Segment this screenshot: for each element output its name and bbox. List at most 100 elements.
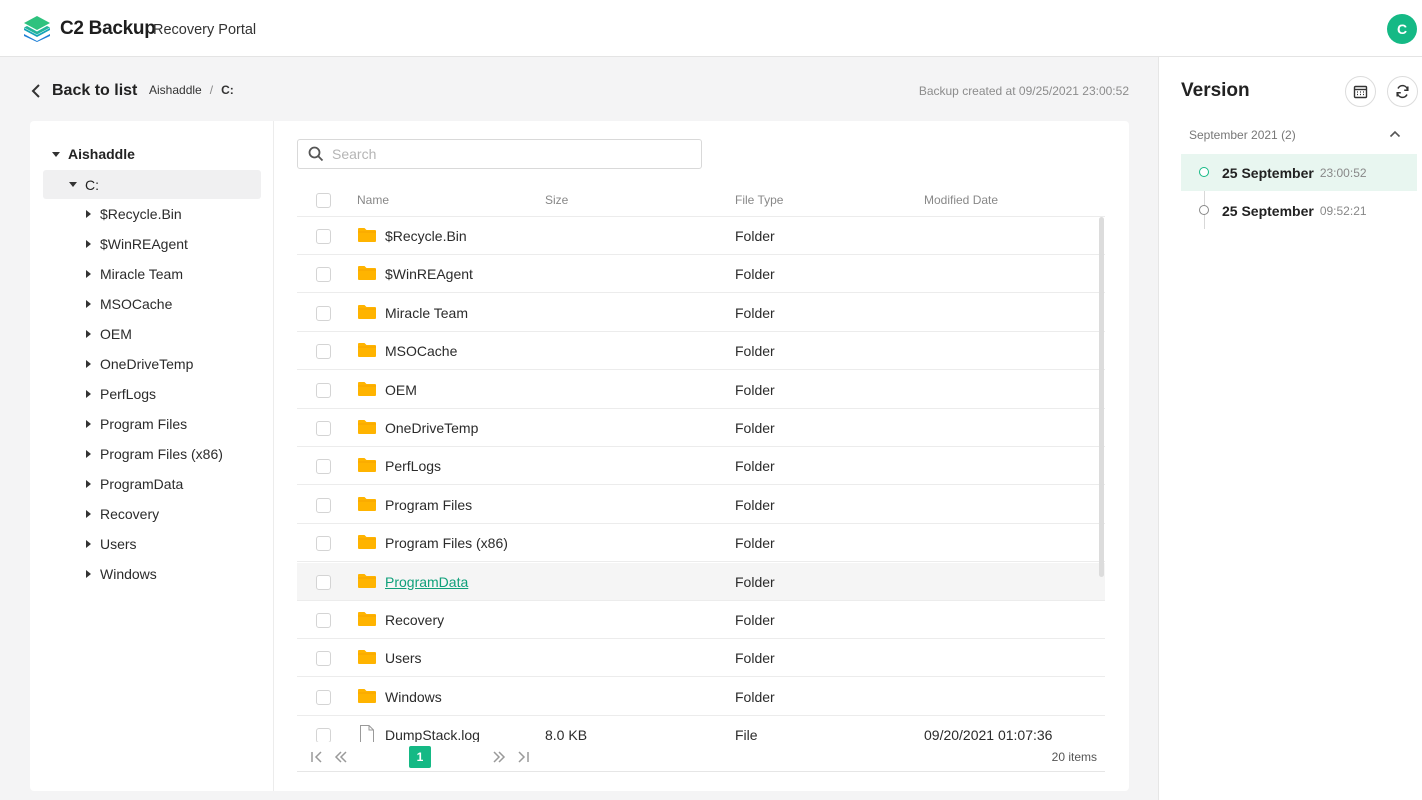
tree-item[interactable]: OneDriveTemp (86, 354, 193, 374)
tree-root-aishaddle[interactable]: Aishaddle (52, 144, 135, 164)
column-modified-date[interactable]: Modified Date (924, 193, 998, 207)
cell-name[interactable]: $WinREAgent (385, 266, 473, 282)
caret-right-icon (86, 330, 91, 338)
row-checkbox[interactable] (316, 497, 331, 513)
table-row[interactable]: OneDriveTemp Folder (297, 409, 1105, 447)
row-checkbox[interactable] (316, 267, 331, 283)
folder-icon (358, 228, 376, 242)
search-icon (308, 146, 324, 162)
prev-pages-icon[interactable] (334, 750, 348, 764)
row-checkbox[interactable] (316, 536, 331, 552)
tree-drive-c[interactable]: C: (43, 170, 261, 199)
select-all-checkbox[interactable] (316, 193, 331, 208)
row-checkbox[interactable] (316, 574, 331, 590)
cell-name[interactable]: MSOCache (385, 343, 457, 359)
search-input[interactable] (332, 146, 692, 162)
tree-item[interactable]: $WinREAgent (86, 234, 188, 254)
tree-item-label: Recovery (100, 506, 160, 522)
cell-name[interactable]: DumpStack.log (385, 727, 480, 742)
version-entry[interactable]: 25 September 09:52:21 (1181, 192, 1417, 229)
table-row[interactable]: DumpStack.log 8.0 KB File 09/20/2021 01:07:… (297, 716, 1105, 742)
tree-item-label: ProgramData (100, 476, 184, 492)
table-row[interactable]: Miracle Team Folder (297, 294, 1105, 332)
tree-item[interactable]: Recovery (86, 504, 159, 524)
folder-icon (358, 343, 376, 358)
chevron-left-icon (31, 84, 40, 98)
table-row[interactable]: MSOCache Folder (297, 332, 1105, 371)
table-row[interactable]: Users Folder (297, 639, 1105, 678)
table-scrollbar[interactable] (1099, 217, 1104, 577)
version-date: 25 September (1222, 164, 1314, 181)
table-body: $Recycle.Bin Folder $WinREAgent Folder Mirac… (297, 217, 1105, 742)
back-to-list-button[interactable]: Back to list (30, 81, 137, 101)
cell-file-type: Folder (735, 304, 775, 321)
tree-item[interactable]: PerfLogs (86, 384, 156, 404)
row-checkbox[interactable] (316, 689, 331, 705)
table-header: Name Size File Type Modified Date (297, 185, 1105, 217)
first-page-icon[interactable] (310, 750, 324, 764)
tree-item[interactable]: $Recycle.Bin (86, 204, 182, 224)
last-page-icon[interactable] (516, 750, 530, 764)
table-row[interactable]: ProgramData Folder (297, 562, 1105, 601)
table-row[interactable]: Program Files (x86) Folder (297, 524, 1105, 563)
breadcrumb-item-aishaddle[interactable]: Aishaddle (149, 83, 202, 97)
row-checkbox[interactable] (316, 229, 331, 244)
row-checkbox[interactable] (316, 651, 331, 667)
tree-item[interactable]: Miracle Team (86, 264, 183, 284)
row-checkbox[interactable] (316, 459, 331, 475)
caret-right-icon (86, 480, 91, 488)
caret-right-icon (86, 270, 91, 278)
table-row[interactable]: $WinREAgent Folder (297, 255, 1105, 294)
table-row[interactable]: Program Files Folder (297, 486, 1105, 524)
tree-item-label: $Recycle.Bin (100, 206, 182, 222)
column-name[interactable]: Name (357, 193, 389, 207)
month-group-label[interactable]: September 2021 (2) (1189, 128, 1296, 142)
cell-name[interactable]: Program Files (x86) (385, 535, 508, 551)
cell-name[interactable]: $Recycle.Bin (385, 228, 467, 244)
tree-root-label: Aishaddle (68, 146, 135, 162)
user-avatar[interactable]: C (1387, 14, 1417, 44)
tree-drive-label: C: (85, 176, 99, 193)
tree-item[interactable]: Users (86, 534, 137, 554)
next-pages-icon[interactable] (492, 750, 506, 764)
chevron-up-icon[interactable] (1389, 129, 1401, 139)
tree-item[interactable]: Windows (86, 564, 157, 584)
calendar-button[interactable] (1345, 76, 1376, 107)
tree-item[interactable]: OEM (86, 324, 132, 344)
folder-tree: Aishaddle C: $Recycle.Bin $WinREAgent Mira… (30, 121, 274, 791)
tree-item[interactable]: Program Files (x86) (86, 444, 223, 464)
row-checkbox[interactable] (316, 305, 331, 321)
column-size[interactable]: Size (545, 193, 568, 207)
table-row[interactable]: OEM Folder (297, 371, 1105, 409)
cell-name[interactable]: Program Files (385, 497, 472, 513)
cell-name[interactable]: OEM (385, 382, 417, 398)
page-number-current[interactable]: 1 (409, 746, 431, 768)
cell-name[interactable]: Users (385, 650, 422, 666)
version-entry[interactable]: 25 September 23:00:52 (1181, 154, 1417, 191)
column-file-type[interactable]: File Type (735, 193, 783, 207)
cell-file-type: Folder (735, 650, 775, 667)
caret-right-icon (86, 570, 91, 578)
cell-name[interactable]: ProgramData (385, 574, 468, 590)
cell-name[interactable]: OneDriveTemp (385, 420, 478, 436)
row-checkbox[interactable] (316, 382, 331, 398)
cell-name[interactable]: Recovery (385, 612, 444, 628)
row-checkbox[interactable] (316, 728, 331, 742)
table-row[interactable]: $Recycle.Bin Folder (297, 217, 1105, 255)
table-row[interactable]: Recovery Folder (297, 601, 1105, 639)
refresh-button[interactable] (1387, 76, 1418, 107)
tree-item[interactable]: ProgramData (86, 474, 183, 494)
tree-item-label: Program Files (x86) (100, 446, 223, 462)
search-box[interactable] (297, 139, 702, 169)
table-row[interactable]: PerfLogs Folder (297, 447, 1105, 486)
cell-name[interactable]: Windows (385, 689, 442, 705)
cell-name[interactable]: PerfLogs (385, 458, 441, 474)
tree-item[interactable]: Program Files (86, 414, 187, 434)
cell-name[interactable]: Miracle Team (385, 305, 468, 321)
tree-item[interactable]: MSOCache (86, 294, 172, 314)
row-checkbox[interactable] (316, 613, 331, 628)
row-checkbox[interactable] (316, 421, 331, 436)
folder-icon (358, 304, 376, 319)
table-row[interactable]: Windows Folder (297, 678, 1105, 716)
row-checkbox[interactable] (316, 344, 331, 360)
